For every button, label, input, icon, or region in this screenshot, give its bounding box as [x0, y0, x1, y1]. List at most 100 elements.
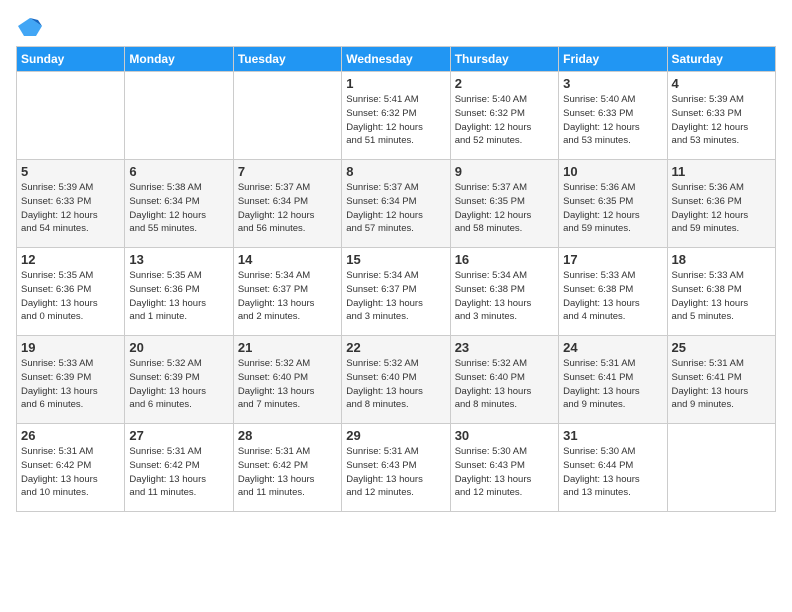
- day-cell: 22 Sunrise: 5:32 AM Sunset: 6:40 PM Dayli…: [342, 336, 450, 424]
- day-info: Sunrise: 5:31 AM Sunset: 6:43 PM Dayligh…: [346, 445, 445, 500]
- day-cell: 24 Sunrise: 5:31 AM Sunset: 6:41 PM Dayli…: [559, 336, 667, 424]
- weekday-tuesday: Tuesday: [233, 47, 341, 72]
- day-cell: 7 Sunrise: 5:37 AM Sunset: 6:34 PM Daylig…: [233, 160, 341, 248]
- day-info: Sunrise: 5:37 AM Sunset: 6:34 PM Dayligh…: [346, 181, 445, 236]
- day-cell: [233, 72, 341, 160]
- day-cell: 1 Sunrise: 5:41 AM Sunset: 6:32 PM Daylig…: [342, 72, 450, 160]
- day-info: Sunrise: 5:30 AM Sunset: 6:44 PM Dayligh…: [563, 445, 662, 500]
- day-number: 10: [563, 164, 662, 179]
- day-cell: 13 Sunrise: 5:35 AM Sunset: 6:36 PM Dayli…: [125, 248, 233, 336]
- weekday-wednesday: Wednesday: [342, 47, 450, 72]
- week-row-5: 26 Sunrise: 5:31 AM Sunset: 6:42 PM Dayli…: [17, 424, 776, 512]
- day-info: Sunrise: 5:31 AM Sunset: 6:42 PM Dayligh…: [238, 445, 337, 500]
- logo: [16, 16, 48, 38]
- day-cell: 3 Sunrise: 5:40 AM Sunset: 6:33 PM Daylig…: [559, 72, 667, 160]
- day-info: Sunrise: 5:33 AM Sunset: 6:39 PM Dayligh…: [21, 357, 120, 412]
- weekday-header-row: SundayMondayTuesdayWednesdayThursdayFrid…: [17, 47, 776, 72]
- weekday-monday: Monday: [125, 47, 233, 72]
- day-number: 28: [238, 428, 337, 443]
- day-info: Sunrise: 5:31 AM Sunset: 6:42 PM Dayligh…: [21, 445, 120, 500]
- day-cell: [125, 72, 233, 160]
- day-number: 24: [563, 340, 662, 355]
- day-info: Sunrise: 5:36 AM Sunset: 6:35 PM Dayligh…: [563, 181, 662, 236]
- day-number: 12: [21, 252, 120, 267]
- day-number: 26: [21, 428, 120, 443]
- day-number: 20: [129, 340, 228, 355]
- day-number: 27: [129, 428, 228, 443]
- day-info: Sunrise: 5:34 AM Sunset: 6:37 PM Dayligh…: [238, 269, 337, 324]
- day-cell: 28 Sunrise: 5:31 AM Sunset: 6:42 PM Dayli…: [233, 424, 341, 512]
- day-info: Sunrise: 5:37 AM Sunset: 6:35 PM Dayligh…: [455, 181, 554, 236]
- day-info: Sunrise: 5:30 AM Sunset: 6:43 PM Dayligh…: [455, 445, 554, 500]
- day-info: Sunrise: 5:34 AM Sunset: 6:37 PM Dayligh…: [346, 269, 445, 324]
- day-cell: 27Sunrise: 5:31 AM Sunset: 6:42 PM Dayli…: [125, 424, 233, 512]
- day-cell: [17, 72, 125, 160]
- day-info: Sunrise: 5:32 AM Sunset: 6:40 PM Dayligh…: [346, 357, 445, 412]
- day-info: Sunrise: 5:33 AM Sunset: 6:38 PM Dayligh…: [563, 269, 662, 324]
- day-number: 23: [455, 340, 554, 355]
- day-number: 4: [672, 76, 771, 91]
- day-cell: 18 Sunrise: 5:33 AM Sunset: 6:38 PM Dayli…: [667, 248, 775, 336]
- day-info: Sunrise: 5:37 AM Sunset: 6:34 PM Dayligh…: [238, 181, 337, 236]
- day-number: 1: [346, 76, 445, 91]
- day-number: 31: [563, 428, 662, 443]
- day-info: Sunrise: 5:32 AM Sunset: 6:40 PM Dayligh…: [455, 357, 554, 412]
- day-number: 22: [346, 340, 445, 355]
- day-cell: 9 Sunrise: 5:37 AM Sunset: 6:35 PM Daylig…: [450, 160, 558, 248]
- day-number: 17: [563, 252, 662, 267]
- logo-icon: [16, 16, 44, 38]
- day-cell: 4Sunrise: 5:39 AM Sunset: 6:33 PM Daylig…: [667, 72, 775, 160]
- day-info: Sunrise: 5:34 AM Sunset: 6:38 PM Dayligh…: [455, 269, 554, 324]
- weekday-friday: Friday: [559, 47, 667, 72]
- week-row-1: 1 Sunrise: 5:41 AM Sunset: 6:32 PM Daylig…: [17, 72, 776, 160]
- day-number: 25: [672, 340, 771, 355]
- weekday-thursday: Thursday: [450, 47, 558, 72]
- day-number: 14: [238, 252, 337, 267]
- day-cell: 23 Sunrise: 5:32 AM Sunset: 6:40 PM Dayli…: [450, 336, 558, 424]
- day-cell: 21Sunrise: 5:32 AM Sunset: 6:40 PM Dayli…: [233, 336, 341, 424]
- day-cell: 12Sunrise: 5:35 AM Sunset: 6:36 PM Dayli…: [17, 248, 125, 336]
- day-number: 30: [455, 428, 554, 443]
- day-cell: 6Sunrise: 5:38 AM Sunset: 6:34 PM Daylig…: [125, 160, 233, 248]
- day-info: Sunrise: 5:36 AM Sunset: 6:36 PM Dayligh…: [672, 181, 771, 236]
- day-cell: 17 Sunrise: 5:33 AM Sunset: 6:38 PM Dayli…: [559, 248, 667, 336]
- day-number: 13: [129, 252, 228, 267]
- day-info: Sunrise: 5:31 AM Sunset: 6:41 PM Dayligh…: [563, 357, 662, 412]
- day-cell: 30 Sunrise: 5:30 AM Sunset: 6:43 PM Dayli…: [450, 424, 558, 512]
- day-cell: 14 Sunrise: 5:34 AM Sunset: 6:37 PM Dayli…: [233, 248, 341, 336]
- day-number: 3: [563, 76, 662, 91]
- day-cell: 29Sunrise: 5:31 AM Sunset: 6:43 PM Dayli…: [342, 424, 450, 512]
- day-number: 19: [21, 340, 120, 355]
- day-info: Sunrise: 5:35 AM Sunset: 6:36 PM Dayligh…: [129, 269, 228, 324]
- week-row-4: 19 Sunrise: 5:33 AM Sunset: 6:39 PM Dayli…: [17, 336, 776, 424]
- day-cell: 10 Sunrise: 5:36 AM Sunset: 6:35 PM Dayli…: [559, 160, 667, 248]
- day-number: 9: [455, 164, 554, 179]
- day-cell: 25Sunrise: 5:31 AM Sunset: 6:41 PM Dayli…: [667, 336, 775, 424]
- day-number: 8: [346, 164, 445, 179]
- day-info: Sunrise: 5:38 AM Sunset: 6:34 PM Dayligh…: [129, 181, 228, 236]
- weekday-saturday: Saturday: [667, 47, 775, 72]
- day-cell: 5Sunrise: 5:39 AM Sunset: 6:33 PM Daylig…: [17, 160, 125, 248]
- week-row-2: 5Sunrise: 5:39 AM Sunset: 6:33 PM Daylig…: [17, 160, 776, 248]
- day-cell: 16 Sunrise: 5:34 AM Sunset: 6:38 PM Dayli…: [450, 248, 558, 336]
- day-cell: 31 Sunrise: 5:30 AM Sunset: 6:44 PM Dayli…: [559, 424, 667, 512]
- day-info: Sunrise: 5:39 AM Sunset: 6:33 PM Dayligh…: [21, 181, 120, 236]
- day-number: 2: [455, 76, 554, 91]
- day-cell: 19 Sunrise: 5:33 AM Sunset: 6:39 PM Dayli…: [17, 336, 125, 424]
- day-info: Sunrise: 5:33 AM Sunset: 6:38 PM Dayligh…: [672, 269, 771, 324]
- day-info: Sunrise: 5:40 AM Sunset: 6:33 PM Dayligh…: [563, 93, 662, 148]
- day-info: Sunrise: 5:40 AM Sunset: 6:32 PM Dayligh…: [455, 93, 554, 148]
- day-number: 16: [455, 252, 554, 267]
- day-number: 11: [672, 164, 771, 179]
- day-cell: [667, 424, 775, 512]
- day-cell: 20 Sunrise: 5:32 AM Sunset: 6:39 PM Dayli…: [125, 336, 233, 424]
- day-cell: 15Sunrise: 5:34 AM Sunset: 6:37 PM Dayli…: [342, 248, 450, 336]
- day-info: Sunrise: 5:32 AM Sunset: 6:39 PM Dayligh…: [129, 357, 228, 412]
- week-row-3: 12 Sunrise: 5:35 AM Sunset: 6:36 PM Dayli…: [17, 248, 776, 336]
- day-number: 18: [672, 252, 771, 267]
- day-info: Sunrise: 5:41 AM Sunset: 6:32 PM Dayligh…: [346, 93, 445, 148]
- day-number: 21: [238, 340, 337, 355]
- weekday-sunday: Sunday: [17, 47, 125, 72]
- calendar-table: SundayMondayTuesdayWednesdayThursdayFrid…: [16, 46, 776, 512]
- day-number: 7: [238, 164, 337, 179]
